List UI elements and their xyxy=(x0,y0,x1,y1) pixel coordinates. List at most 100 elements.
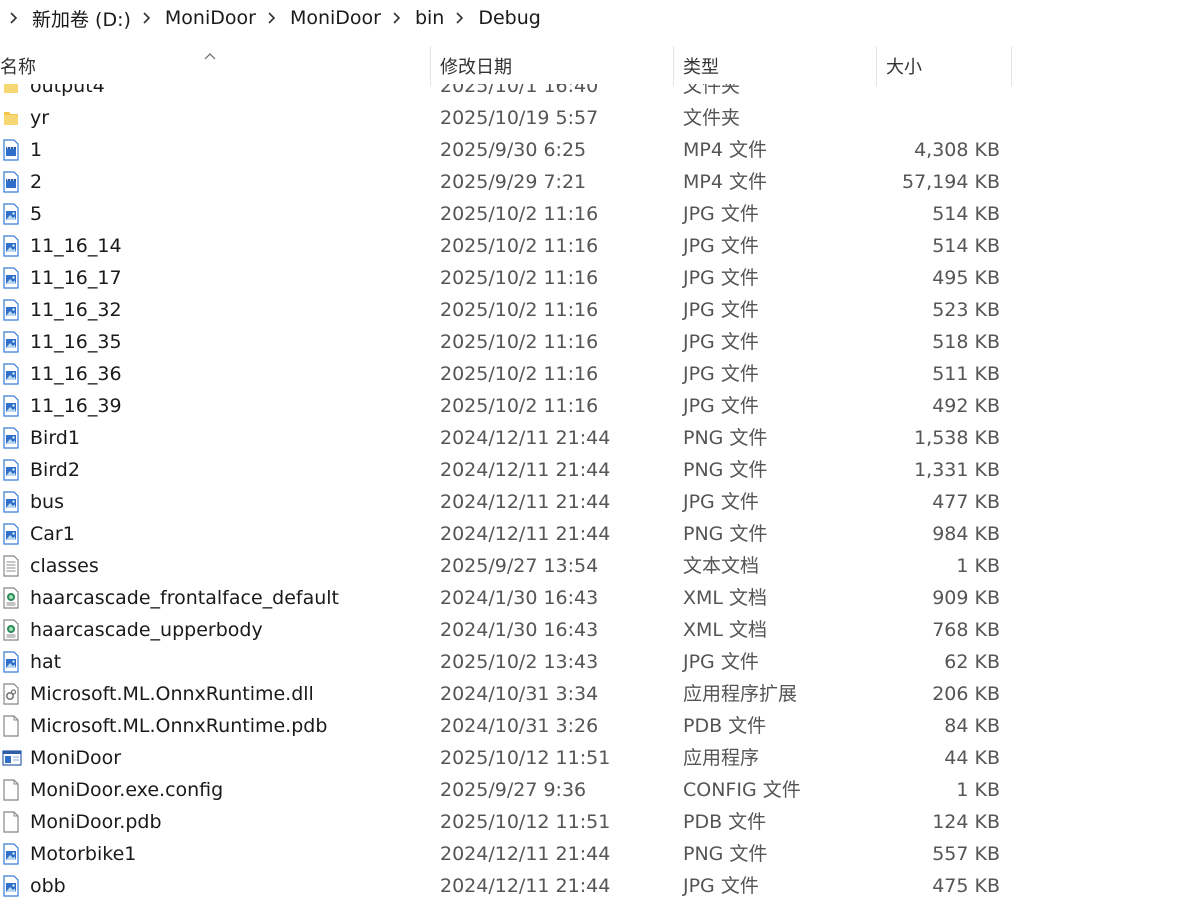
file-name: 1 xyxy=(30,139,43,161)
breadcrumb-segment[interactable]: Debug xyxy=(446,0,542,36)
file-row[interactable]: Bird1 2024/12/11 21:44 PNG 文件 1,538 KB xyxy=(0,422,1186,454)
xml-file-icon xyxy=(2,582,22,614)
file-type: PDB 文件 xyxy=(683,715,767,737)
file-type: JPG 文件 xyxy=(683,203,759,225)
file-row[interactable]: 1 2025/9/30 6:25 MP4 文件 4,308 KB xyxy=(0,134,1186,166)
file-size: 124 KB xyxy=(932,811,1000,833)
file-size: 492 KB xyxy=(932,395,1000,417)
image-file-icon xyxy=(2,326,22,358)
file-row[interactable]: 11_16_35 2025/10/2 11:16 JPG 文件 518 KB xyxy=(0,326,1186,358)
file-row[interactable]: haarcascade_frontalface_default 2024/1/30… xyxy=(0,582,1186,614)
file-type: PNG 文件 xyxy=(683,523,768,545)
file-row[interactable]: Microsoft.ML.OnnxRuntime.dll 2024/10/31 3… xyxy=(0,678,1186,710)
file-type: 文件夹 xyxy=(683,107,741,129)
file-modified-date: 2024/1/30 16:43 xyxy=(440,619,599,641)
breadcrumb-segment[interactable]: 新加卷 (D:) xyxy=(0,0,133,36)
file-type: MP4 文件 xyxy=(683,171,767,193)
file-modified-date: 2025/10/2 11:16 xyxy=(440,203,599,225)
file-modified-date: 2024/12/11 21:44 xyxy=(440,875,611,897)
file-row[interactable]: Motorbike1 2024/12/11 21:44 PNG 文件 557 KB xyxy=(0,838,1186,870)
file-row[interactable]: classes 2025/9/27 13:54 文本文档 1 KB xyxy=(0,550,1186,582)
file-size: 514 KB xyxy=(932,203,1000,225)
file-row[interactable]: haarcascade_upperbody 2024/1/30 16:43 XML … xyxy=(0,614,1186,646)
chevron-right-icon[interactable] xyxy=(389,10,405,26)
column-header-label: 名称 xyxy=(0,57,36,78)
column-divider[interactable] xyxy=(673,46,674,86)
column-divider[interactable] xyxy=(876,46,877,86)
file-name: 11_16_32 xyxy=(30,299,122,321)
breadcrumb-folder[interactable]: bin xyxy=(413,7,446,29)
image-file-icon xyxy=(2,518,22,550)
column-header-type[interactable]: 类型 xyxy=(675,44,875,88)
image-file-icon xyxy=(2,870,22,902)
file-row[interactable]: Car1 2024/12/11 21:44 PNG 文件 984 KB xyxy=(0,518,1186,550)
file-type: PNG 文件 xyxy=(683,843,768,865)
xml-file-icon xyxy=(2,614,22,646)
file-row[interactable]: Bird2 2024/12/11 21:44 PNG 文件 1,331 KB xyxy=(0,454,1186,486)
file-list[interactable]: output4 2025/10/1 16:40 文件夹 yr 2025/10/19 5:… xyxy=(0,84,1186,924)
breadcrumb-current-folder[interactable]: Debug xyxy=(476,7,542,29)
column-header-size[interactable]: 大小 xyxy=(878,44,1010,88)
file-modified-date: 2025/9/29 7:21 xyxy=(440,171,587,193)
chevron-right-icon[interactable] xyxy=(139,10,155,26)
chevron-right-icon[interactable] xyxy=(264,10,280,26)
file-size: 557 KB xyxy=(932,843,1000,865)
file-size: 1 KB xyxy=(956,779,1000,801)
file-size: 523 KB xyxy=(932,299,1000,321)
breadcrumb-folder[interactable]: MoniDoor xyxy=(163,7,258,29)
file-row[interactable]: Microsoft.ML.OnnxRuntime.pdb 2024/10/31 3… xyxy=(0,710,1186,742)
file-name: 11_16_36 xyxy=(30,363,122,385)
file-row[interactable]: 11_16_32 2025/10/2 11:16 JPG 文件 523 KB xyxy=(0,294,1186,326)
file-type: JPG 文件 xyxy=(683,331,759,353)
column-divider[interactable] xyxy=(1011,46,1012,86)
file-name: 11_16_14 xyxy=(30,235,122,257)
file-modified-date: 2025/10/2 11:16 xyxy=(440,363,599,385)
file-row[interactable]: MoniDoor.pdb 2025/10/12 11:51 PDB 文件 124 KB xyxy=(0,806,1186,838)
file-name: 5 xyxy=(30,203,43,225)
file-row[interactable]: yr 2025/10/19 5:57 文件夹 xyxy=(0,102,1186,134)
column-header-date[interactable]: 修改日期 xyxy=(432,44,672,88)
file-type: JPG 文件 xyxy=(683,299,759,321)
file-size: 475 KB xyxy=(932,875,1000,897)
file-row[interactable]: 11_16_17 2025/10/2 11:16 JPG 文件 495 KB xyxy=(0,262,1186,294)
file-modified-date: 2024/12/11 21:44 xyxy=(440,427,611,449)
image-file-icon xyxy=(2,454,22,486)
breadcrumb-folder[interactable]: MoniDoor xyxy=(288,7,383,29)
file-row[interactable]: 11_16_39 2025/10/2 11:16 JPG 文件 492 KB xyxy=(0,390,1186,422)
file-row[interactable]: MoniDoor 2025/10/12 11:51 应用程序 44 KB xyxy=(0,742,1186,774)
file-row[interactable]: obb 2024/12/11 21:44 JPG 文件 475 KB xyxy=(0,870,1186,902)
file-name: MoniDoor.exe.config xyxy=(30,779,224,801)
file-row[interactable]: 11_16_36 2025/10/2 11:16 JPG 文件 511 KB xyxy=(0,358,1186,390)
file-name: hat xyxy=(30,651,62,673)
column-header-name[interactable]: 名称 xyxy=(0,44,430,88)
file-name: 2 xyxy=(30,171,43,193)
breadcrumb-drive[interactable]: 新加卷 (D:) xyxy=(30,5,133,32)
image-file-icon xyxy=(2,294,22,326)
file-row[interactable]: 5 2025/10/2 11:16 JPG 文件 514 KB xyxy=(0,198,1186,230)
file-type: 应用程序扩展 xyxy=(683,683,798,705)
file-size: 518 KB xyxy=(932,331,1000,353)
column-divider[interactable] xyxy=(430,46,431,86)
file-name: Car1 xyxy=(30,523,75,545)
file-type: JPG 文件 xyxy=(683,651,759,673)
file-size: 768 KB xyxy=(932,619,1000,641)
breadcrumb-segment[interactable]: MoniDoor xyxy=(258,0,383,36)
file-type: JPG 文件 xyxy=(683,875,759,897)
exe-file-icon xyxy=(2,742,22,774)
file-row[interactable]: MoniDoor.exe.config 2025/9/27 9:36 CONFIG … xyxy=(0,774,1186,806)
video-file-icon xyxy=(2,134,22,166)
file-row[interactable]: hat 2025/10/2 13:43 JPG 文件 62 KB xyxy=(0,646,1186,678)
file-row[interactable]: 2 2025/9/29 7:21 MP4 文件 57,194 KB xyxy=(0,166,1186,198)
file-size: 4,308 KB xyxy=(914,139,1000,161)
image-file-icon xyxy=(2,390,22,422)
breadcrumb-segment[interactable]: MoniDoor xyxy=(133,0,258,36)
chevron-right-icon[interactable] xyxy=(452,10,468,26)
file-size: 477 KB xyxy=(932,491,1000,513)
breadcrumb-segment[interactable]: bin xyxy=(383,0,446,36)
file-row[interactable]: 11_16_14 2025/10/2 11:16 JPG 文件 514 KB xyxy=(0,230,1186,262)
file-name: classes xyxy=(30,555,99,577)
chevron-right-icon[interactable] xyxy=(6,10,22,26)
file-name: Bird2 xyxy=(30,459,80,481)
file-row[interactable]: bus 2024/12/11 21:44 JPG 文件 477 KB xyxy=(0,486,1186,518)
file-type: XML 文档 xyxy=(683,587,768,609)
